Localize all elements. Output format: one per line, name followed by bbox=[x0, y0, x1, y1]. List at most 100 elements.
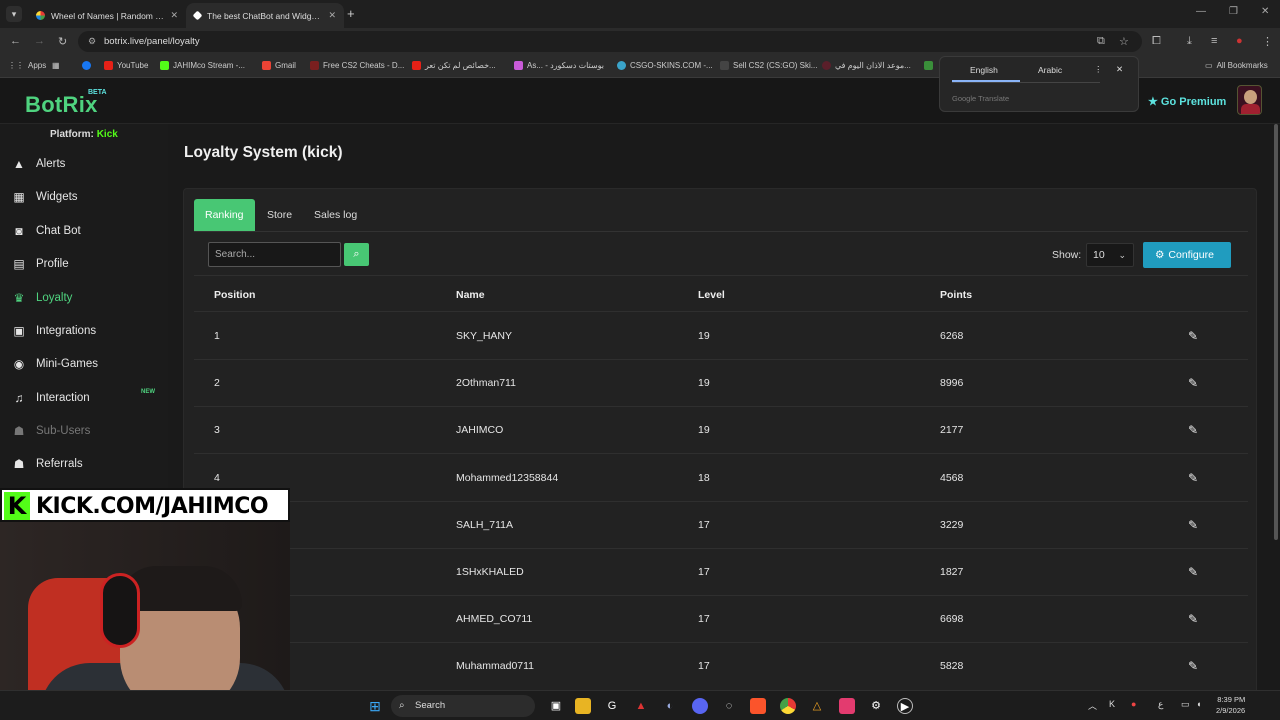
settings-icon[interactable]: ⚙ bbox=[868, 698, 884, 714]
forward-icon[interactable]: → bbox=[34, 35, 45, 47]
minimize-icon[interactable]: — bbox=[1196, 6, 1206, 17]
translate-arabic-tab[interactable]: Arabic bbox=[1038, 65, 1062, 75]
browser-tab[interactable]: Wheel of Names | Random nam ✕ bbox=[28, 3, 186, 28]
tab-sales-log[interactable]: Sales log bbox=[303, 199, 368, 232]
close-tab-icon[interactable]: ✕ bbox=[328, 10, 336, 21]
volume-icon[interactable]: ◖ bbox=[1196, 699, 1201, 709]
tab-search-button[interactable]: ▾ bbox=[6, 6, 22, 22]
search-button[interactable]: ⌕ bbox=[344, 243, 369, 266]
sidebar-item-referrals[interactable]: ☗ Referrals bbox=[12, 454, 162, 474]
configure-button[interactable]: ⚙ Configure bbox=[1143, 242, 1231, 268]
steam-icon[interactable]: ◐ bbox=[662, 698, 678, 714]
media-icon[interactable]: ≡ bbox=[1211, 35, 1217, 47]
maximize-icon[interactable]: ❐ bbox=[1229, 6, 1238, 17]
botrix-logo[interactable]: BotRix bbox=[25, 92, 98, 118]
close-tab-icon[interactable]: ✕ bbox=[170, 10, 178, 21]
app-icon[interactable]: ▲ bbox=[633, 698, 649, 714]
network-icon[interactable]: ▭ bbox=[1181, 699, 1190, 710]
close-window-icon[interactable]: ✕ bbox=[1261, 6, 1269, 17]
app-icon[interactable]: ◌ bbox=[721, 698, 737, 714]
download-icon[interactable]: ⤓ bbox=[1187, 35, 1192, 48]
music-icon: ♫ bbox=[14, 391, 24, 405]
translate-icon[interactable]: ⧉ bbox=[1097, 35, 1105, 48]
bookmark-gmail[interactable]: Gmail bbox=[262, 61, 296, 70]
site-icon bbox=[924, 61, 933, 70]
bookmark-star-icon[interactable]: ☆ bbox=[1119, 35, 1129, 48]
back-icon[interactable]: ← bbox=[10, 35, 21, 47]
brave-icon[interactable] bbox=[750, 698, 766, 714]
bookmark-sell-cs2[interactable]: Sell CS2 (CS:GO) Ski... bbox=[720, 61, 817, 70]
mic-icon[interactable]: ● bbox=[1131, 699, 1136, 709]
site-icon bbox=[720, 61, 729, 70]
page-size-select[interactable]: 10 ⌄ bbox=[1086, 243, 1134, 267]
edit-pencil-icon[interactable]: ✎ bbox=[1188, 518, 1198, 532]
new-tab-button[interactable]: + bbox=[347, 6, 355, 21]
bookmark-youtube[interactable]: YouTube bbox=[104, 61, 148, 70]
translate-options-icon[interactable]: ⋮ bbox=[1094, 64, 1103, 75]
bookmark-apps[interactable]: ⋮⋮ Apps bbox=[8, 61, 46, 70]
task-view-icon[interactable]: ▣ bbox=[548, 698, 564, 714]
taskbar-clock[interactable]: 8:39 PM 2/9/2026 bbox=[1216, 694, 1245, 716]
app-icon[interactable]: △ bbox=[809, 698, 825, 714]
sidebar-item-alerts[interactable]: ▲ Alerts bbox=[12, 154, 162, 174]
bookmark-csgo-skins[interactable]: CSGO-SKINS.COM -... bbox=[617, 61, 713, 70]
site-info-icon[interactable]: ⚙ bbox=[88, 31, 96, 52]
edit-pencil-icon[interactable]: ✎ bbox=[1188, 659, 1198, 673]
sidebar-item-sub-users[interactable]: ☗ Sub-Users bbox=[12, 421, 162, 441]
g-hub-icon[interactable]: G bbox=[604, 698, 620, 714]
youtube-icon bbox=[412, 61, 421, 70]
profile-avatar-icon[interactable]: ● bbox=[1236, 35, 1243, 47]
url-bar[interactable]: ⚙ botrix.live/panel/loyalty bbox=[78, 31, 1142, 52]
discord-icon[interactable] bbox=[692, 698, 708, 714]
bookmark-kick-stream[interactable]: JAHIMco Stream -... bbox=[160, 61, 245, 70]
media-player-icon[interactable]: ▶ bbox=[897, 698, 913, 714]
sidebar-item-profile[interactable]: ▤ Profile bbox=[12, 254, 162, 274]
all-bookmarks[interactable]: ▭ All Bookmarks bbox=[1205, 61, 1268, 70]
sidebar-item-mini-games[interactable]: ◉ Mini-Games bbox=[12, 354, 162, 374]
go-premium-button[interactable]: ★ Go Premium bbox=[1148, 95, 1226, 108]
gmail-icon bbox=[262, 61, 271, 70]
translate-english-tab[interactable]: English bbox=[970, 65, 998, 75]
chrome-icon[interactable] bbox=[780, 698, 796, 714]
edit-pencil-icon[interactable]: ✎ bbox=[1188, 471, 1198, 485]
taskbar-search[interactable]: ⌕ Search bbox=[391, 695, 535, 717]
bookmark-cs2[interactable]: Free CS2 Cheats - D... bbox=[310, 61, 404, 70]
youtube-icon bbox=[104, 61, 113, 70]
bookmark-prayer[interactable]: موعد الاذان اليوم في... bbox=[822, 61, 911, 70]
trophy-icon: ♛ bbox=[13, 291, 25, 305]
table-cell-name: 1SHxKHALED bbox=[456, 566, 524, 578]
tab-ranking[interactable]: Ranking bbox=[194, 199, 255, 232]
windows-start-icon[interactable]: ⊞ bbox=[367, 698, 383, 714]
table-cell-points: 3229 bbox=[940, 518, 964, 531]
extensions-icon[interactable]: ⧠ bbox=[1152, 35, 1161, 48]
search-input[interactable] bbox=[208, 242, 341, 267]
menu-kebab-icon[interactable]: ⋮ bbox=[1262, 35, 1273, 48]
sidebar-item-chat-bot[interactable]: ◙ Chat Bot bbox=[12, 221, 162, 241]
reload-icon[interactable]: ↻ bbox=[58, 35, 67, 48]
language-indicator[interactable]: ع bbox=[1158, 699, 1163, 710]
tab-store[interactable]: Store bbox=[256, 199, 303, 232]
bookmark-arabic-2[interactable]: As... - بوستات دسكورد bbox=[514, 61, 604, 70]
sidebar-item-interaction[interactable]: ♫ Interaction bbox=[12, 388, 162, 408]
scroll-thumb[interactable] bbox=[1274, 124, 1278, 540]
user-avatar[interactable] bbox=[1237, 85, 1262, 115]
app-icon[interactable] bbox=[839, 698, 855, 714]
bookmark-extra[interactable] bbox=[924, 61, 933, 70]
edit-pencil-icon[interactable]: ✎ bbox=[1188, 423, 1198, 437]
page-scrollbar[interactable] bbox=[1272, 124, 1280, 690]
kick-tray-icon[interactable]: K bbox=[1109, 699, 1115, 709]
edit-pencil-icon[interactable]: ✎ bbox=[1188, 612, 1198, 626]
show-hidden-icons[interactable]: ︿ bbox=[1088, 699, 1097, 712]
sidebar-item-integrations[interactable]: ▣ Integrations bbox=[12, 321, 162, 341]
bookmark-facebook[interactable] bbox=[82, 61, 91, 70]
bookmark-grid[interactable]: ▦ bbox=[52, 61, 60, 70]
browser-tab-active[interactable]: The best ChatBot and Widgets ✕ bbox=[186, 3, 344, 28]
translate-close-icon[interactable]: ✕ bbox=[1116, 64, 1123, 75]
file-explorer-icon[interactable] bbox=[575, 698, 591, 714]
bookmark-arabic-1[interactable]: خصائص لم تكن تعر... bbox=[412, 61, 496, 70]
edit-pencil-icon[interactable]: ✎ bbox=[1188, 565, 1198, 579]
sidebar-item-widgets[interactable]: ▦ Widgets bbox=[12, 187, 162, 207]
sidebar-item-loyalty[interactable]: ♛ Loyalty bbox=[12, 288, 162, 308]
edit-pencil-icon[interactable]: ✎ bbox=[1188, 376, 1198, 390]
edit-pencil-icon[interactable]: ✎ bbox=[1188, 329, 1198, 343]
